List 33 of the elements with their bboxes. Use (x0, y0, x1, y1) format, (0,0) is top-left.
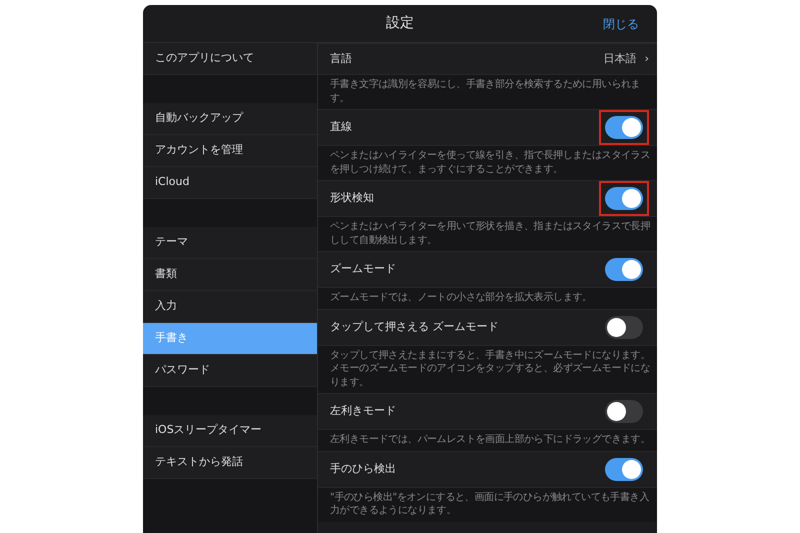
setting-description: 左利きモードでは、パームレストを画面上部から下にドラッグできます。 (318, 430, 657, 450)
sidebar-item[interactable]: アカウントを管理 (143, 135, 317, 167)
setting-label: タップして押さえる ズームモード (330, 318, 498, 335)
sidebar-item[interactable]: iOSスリープタイマー (143, 415, 317, 447)
setting-label: 左利きモード (330, 403, 396, 420)
toggle-switch[interactable] (605, 400, 643, 423)
setting-description: ペンまたはハイライターを使って線を引き、指で長押しまたはスタイラスを押しつけ続けて、まっすぐにすることができます。 (318, 146, 657, 180)
setting-label: ズームモード (330, 261, 396, 278)
setting-label: 手のひら検出 (330, 460, 396, 477)
close-button[interactable]: 閉じる (603, 15, 639, 33)
sidebar-item[interactable]: 自動バックアップ (143, 103, 317, 135)
setting-label: 形状検知 (330, 190, 374, 206)
setting-description: ペンまたはハイライターを用いて形状を描き、指またはスタイラスで長押しして自動検出します。 (318, 217, 657, 251)
toggle-switch[interactable] (605, 116, 643, 139)
setting-description: タップして押さえたままにすると、手書き中にズームモードになります。メモーのズームモードのアイコンをタップすると、必ずズームモードになります。 (318, 346, 657, 393)
toggle-switch[interactable] (605, 258, 643, 281)
sidebar-item[interactable]: iCloud (143, 167, 317, 199)
sidebar-item[interactable]: パスワード (143, 355, 317, 387)
toggle-switch[interactable] (605, 458, 643, 480)
sidebar-item[interactable]: テーマ (143, 227, 317, 259)
sidebar-item[interactable]: このアプリについて (143, 43, 317, 75)
language-value[interactable]: 日本語 › (604, 50, 649, 68)
setting-description: "手のひら検出"をオンにすると、画面に手のひらが触れていても手書き入力ができるようになります。 (318, 488, 657, 522)
setting-description: 手書き文字は識別を容易にし、手書き部分を検索するために用いられます。 (318, 75, 657, 109)
dialog-title: 設定 (386, 14, 414, 33)
setting-label: 直線 (330, 119, 352, 136)
toggle-switch[interactable] (605, 187, 643, 210)
setting-label: 言語 (330, 50, 352, 67)
toggle-switch[interactable] (605, 316, 643, 338)
setting-description: ズームモードでは、ノートの小さな部分を拡大表示します。 (318, 288, 657, 308)
sidebar-item[interactable]: 書類 (143, 259, 317, 291)
sidebar-item[interactable]: 入力 (143, 291, 317, 323)
sidebar-item[interactable]: テキストから発話 (143, 447, 317, 479)
